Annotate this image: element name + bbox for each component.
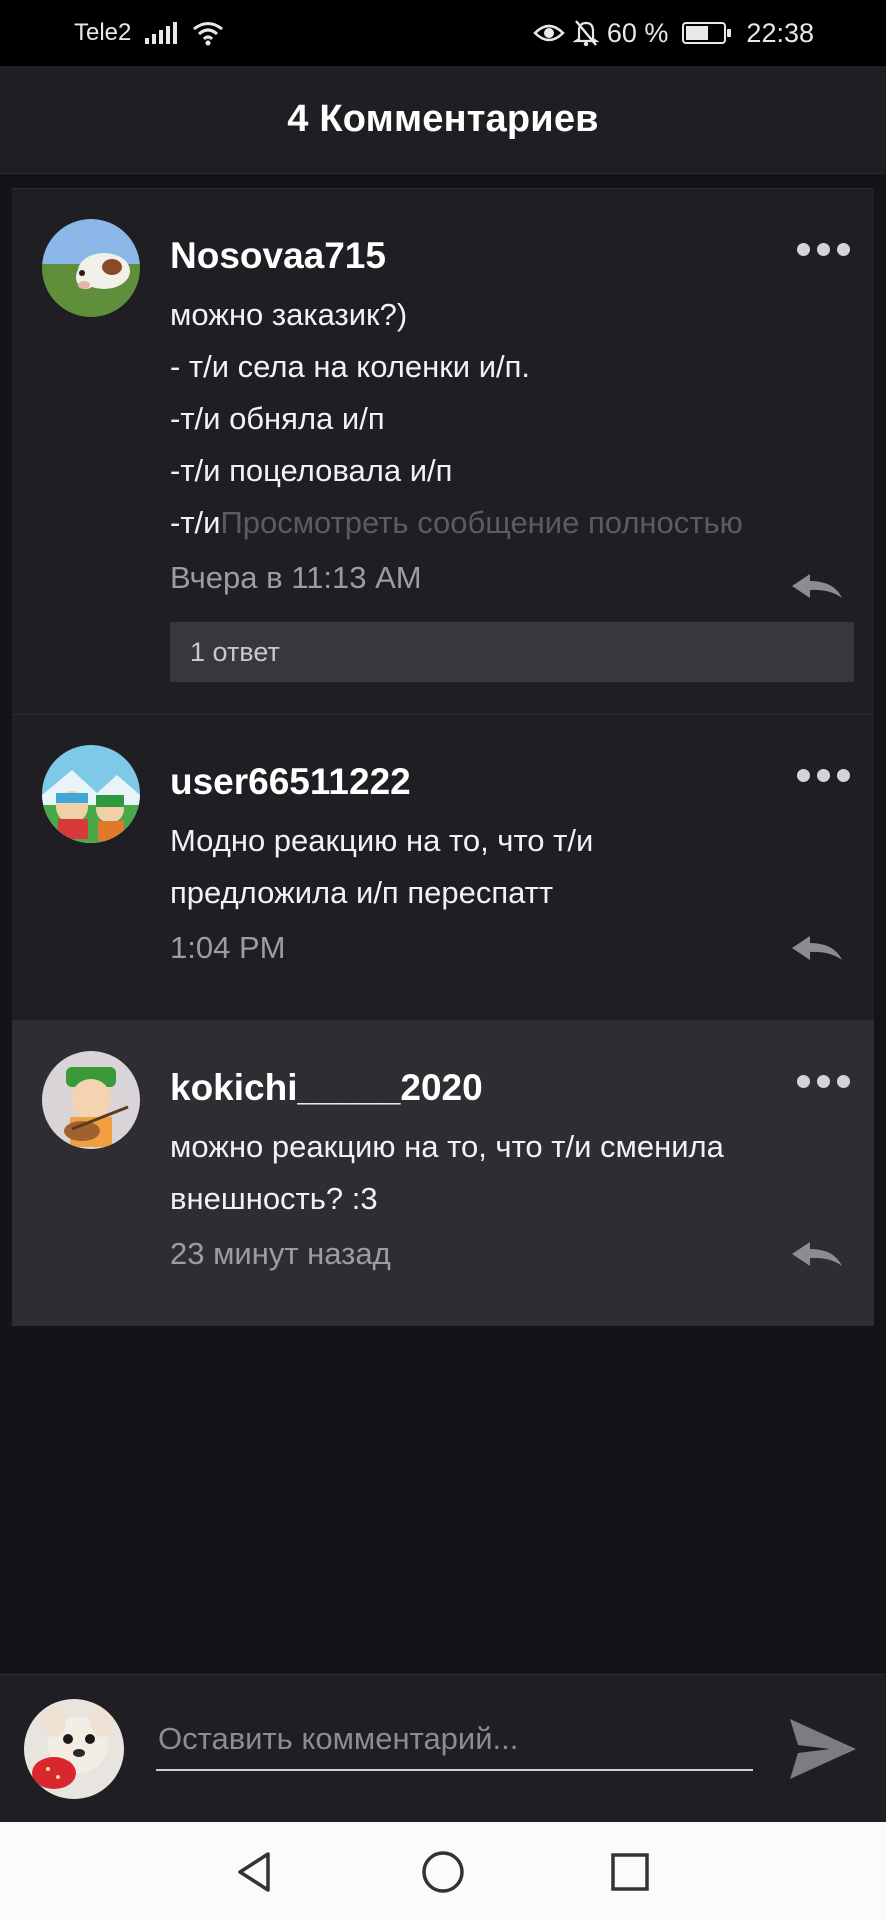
comment-username[interactable]: user66511222 — [170, 757, 854, 807]
comment-text-line: -т/и обняла и/п — [170, 401, 385, 436]
comment-timestamp: Вчера в 11:13 AM — [170, 560, 422, 595]
comment-text-line: Модно реакцию на то, что т/и — [170, 823, 594, 858]
comment-timestamp: 1:04 PM — [170, 930, 286, 965]
comments-list[interactable]: Nosovaa715 можно заказик?) - т/и села на… — [12, 188, 874, 1326]
comment-text-line: предложила и/п переспатт — [170, 875, 554, 910]
wifi-icon — [193, 22, 224, 46]
reply-arrow-icon[interactable] — [790, 934, 844, 964]
comment-composer — [0, 1674, 886, 1822]
more-dots-icon — [797, 1075, 810, 1088]
comment-text-line: внешность? :3 — [170, 1181, 378, 1216]
comment-text-line: можно реакцию на то, что т/и сменила — [170, 1129, 724, 1164]
view-full-link[interactable]: Просмотреть сообщение полностью — [220, 505, 742, 540]
comment-text-line-truncated: -т/иПросмотреть сообщение полностью — [170, 497, 854, 549]
replies-button[interactable]: 1 ответ — [170, 622, 854, 682]
clock: 22:38 — [746, 17, 814, 48]
signal-icon — [145, 22, 178, 44]
square-recent-icon[interactable] — [606, 1848, 654, 1896]
comments-header: 4 Комментариев — [0, 66, 886, 174]
comment-username[interactable]: kokichi_____2020 — [170, 1063, 854, 1113]
more-options-button[interactable] — [797, 243, 850, 256]
eye-icon — [533, 24, 565, 42]
comment-text-line: - т/и села на коленки и/п. — [170, 349, 531, 384]
more-options-button[interactable] — [797, 769, 850, 782]
truncated-text: -т/и — [170, 505, 221, 540]
system-nav-bar — [0, 1822, 886, 1920]
comment-text-line: -т/и поцеловала и/п — [170, 453, 453, 488]
more-options-button[interactable] — [797, 1075, 850, 1088]
comment-username[interactable]: Nosovaa715 — [170, 231, 854, 281]
more-dots-icon — [797, 769, 810, 782]
carrier-label: Tele2 — [74, 19, 132, 46]
comment-input[interactable] — [156, 1709, 753, 1771]
bell-muted-icon — [572, 20, 599, 47]
my-avatar — [24, 1699, 124, 1799]
comment-item[interactable]: user66511222 Модно реакцию на то, что т/… — [12, 714, 874, 1020]
triangle-back-icon[interactable] — [230, 1848, 278, 1896]
comment-item[interactable]: Nosovaa715 можно заказик?) - т/и села на… — [12, 188, 874, 714]
status-bar: Tele2 60 % 22:38 — [0, 0, 886, 66]
avatar[interactable] — [42, 1051, 140, 1149]
battery-percent: 60 % — [606, 17, 669, 48]
circle-home-icon[interactable] — [419, 1848, 467, 1896]
send-icon[interactable] — [786, 1715, 858, 1783]
avatar[interactable] — [42, 219, 140, 317]
comment-item[interactable]: kokichi_____2020 можно реакцию на то, чт… — [12, 1020, 874, 1326]
reply-arrow-icon[interactable] — [790, 1240, 844, 1270]
more-dots-icon — [797, 243, 810, 256]
comment-timestamp: 23 минут назад — [170, 1236, 391, 1271]
page-title: 4 Комментариев — [287, 98, 599, 140]
comment-text-line: можно заказик?) — [170, 297, 408, 332]
reply-arrow-icon[interactable] — [790, 572, 844, 602]
avatar[interactable] — [42, 745, 140, 843]
battery-icon — [682, 22, 732, 44]
